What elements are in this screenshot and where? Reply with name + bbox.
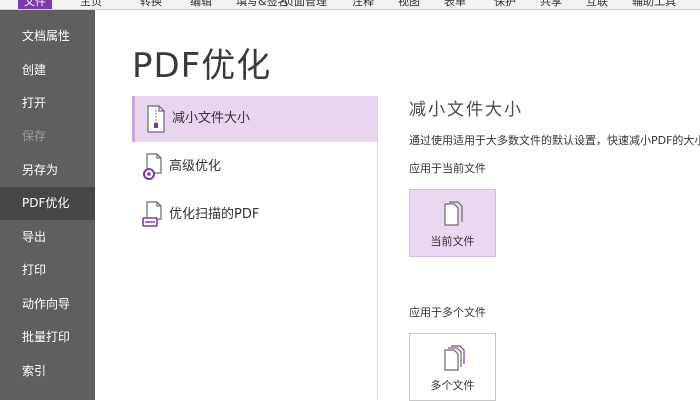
multiple-documents-icon [443, 345, 465, 371]
vertical-divider [377, 98, 378, 400]
option-label: 减小文件大小 [172, 111, 251, 126]
document-icon [443, 201, 465, 227]
sidebar-item-print[interactable]: 打印 [0, 254, 95, 287]
tab-connect[interactable]: 互联 [586, 0, 608, 9]
zip-document-icon [145, 105, 167, 133]
sidebar-item-pdf-optimize[interactable]: PDF优化 [0, 187, 95, 220]
multiple-files-section-label: 应用于多个文件 [409, 306, 486, 319]
tab-file[interactable]: 文件 [18, 0, 52, 9]
sidebar-item-save-as[interactable]: 另存为 [0, 154, 95, 187]
sidebar-item-action-wizard[interactable]: 动作向导 [0, 288, 95, 321]
panel-description: 通过使用适用于大多数文件的默认设置，快速减小PDF的大小。 [409, 134, 700, 147]
sidebar-item-open[interactable]: 打开 [0, 87, 95, 120]
tab-share[interactable]: 共享 [540, 0, 562, 9]
tab-convert[interactable]: 转换 [140, 0, 162, 9]
ribbon-tab-bar: 文件 主页 转换 编辑 填写&签名 页面管理 注释 视图 表单 保护 共享 互联… [0, 0, 700, 10]
sidebar-item-batch-print[interactable]: 批量打印 [0, 321, 95, 354]
sidebar-item-save: 保存 [22, 129, 47, 143]
tab-accessibility[interactable]: 辅助工具 [632, 0, 676, 9]
tab-protect[interactable]: 保护 [494, 0, 516, 9]
tab-view[interactable]: 视图 [398, 0, 420, 9]
backstage-sidebar: 文档属性 创建 打开 保存 另存为 PDF优化 导出 打印 动作向导 批量打印 … [0, 10, 95, 400]
tab-home[interactable]: 主页 [80, 0, 102, 9]
sidebar-item-document-properties[interactable]: 文档属性 [0, 20, 95, 53]
document-scanner-icon [142, 201, 164, 229]
sidebar-item-export[interactable]: 导出 [0, 221, 95, 254]
tab-form[interactable]: 表单 [444, 0, 466, 9]
tab-edit[interactable]: 编辑 [190, 0, 212, 9]
apply-current-file-label: 当前文件 [430, 235, 475, 248]
option-label: 高级优化 [169, 159, 222, 174]
option-reduce-file-size[interactable]: 减小文件大小 [132, 96, 378, 142]
tab-page-management[interactable]: 页面管理 [283, 0, 327, 9]
sidebar-item-create[interactable]: 创建 [0, 54, 95, 87]
tab-fill-sign[interactable]: 填写&签名 [236, 0, 289, 9]
option-optimize-scanned-pdf[interactable]: 优化扫描的PDF [132, 192, 378, 238]
tab-comment[interactable]: 注释 [352, 0, 374, 9]
current-file-section-label: 应用于当前文件 [409, 162, 486, 175]
panel-title: 减小文件大小 [409, 100, 523, 120]
document-gear-icon [142, 153, 164, 181]
apply-multiple-files-label: 多个文件 [430, 379, 475, 392]
page-title: PDF优化 [132, 46, 272, 86]
apply-multiple-files-button[interactable]: 多个文件 [409, 333, 496, 401]
option-label: 优化扫描的PDF [169, 207, 260, 222]
sidebar-item-index[interactable]: 索引 [0, 355, 95, 388]
apply-current-file-button[interactable]: 当前文件 [409, 189, 496, 257]
option-advanced-optimize[interactable]: 高级优化 [132, 144, 378, 190]
